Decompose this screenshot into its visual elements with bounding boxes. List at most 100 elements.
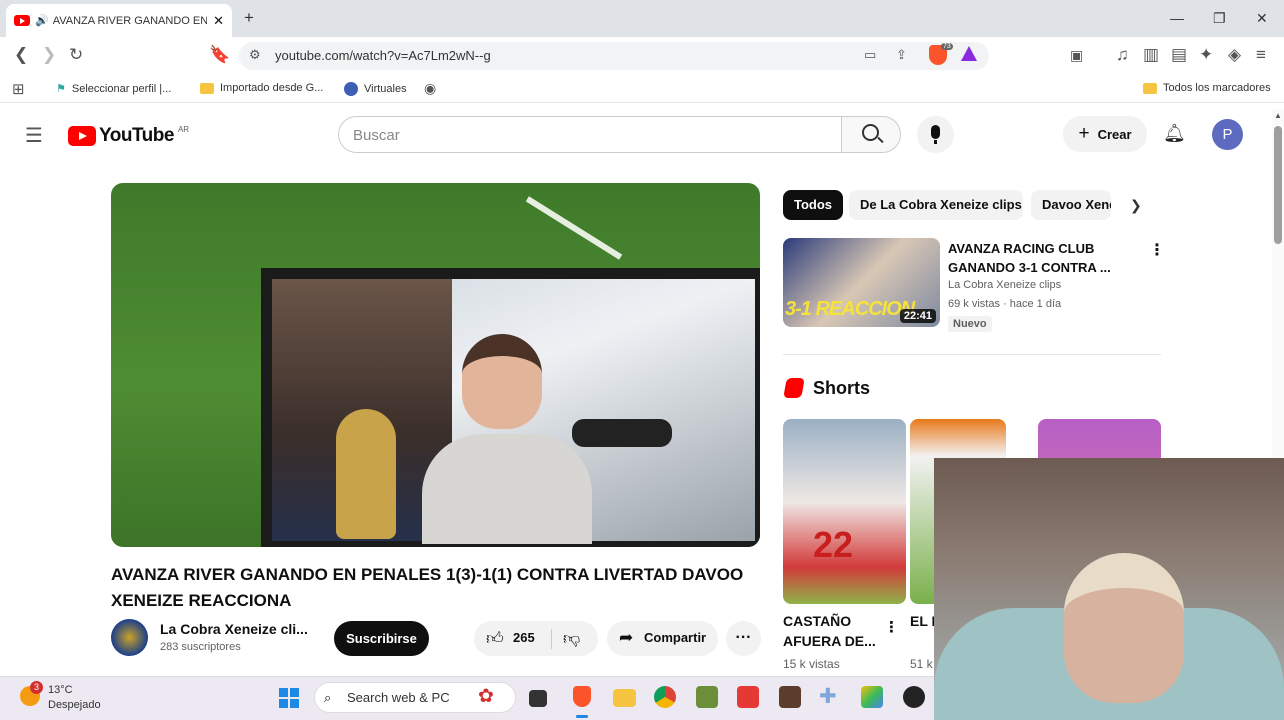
short-title[interactable]: CASTAÑO AFUERA DE...: [783, 611, 883, 651]
sidebar-icon[interactable]: ▥: [1143, 45, 1159, 65]
country-code: AR: [177, 124, 190, 134]
bookmark-label: Seleccionar perfil |...: [71, 82, 172, 95]
youtube-header: ☰ YouTube AR Buscar + Crear 🔔︎ P: [0, 103, 1272, 165]
browser-tab-strip: 🔊 AVANZA RIVER GANANDO EN ✕ + — ❐ ✕: [0, 0, 1284, 37]
tab-title: AVANZA RIVER GANANDO EN: [52, 14, 208, 27]
back-icon[interactable]: ❮: [14, 45, 28, 65]
address-bar[interactable]: ⚙ youtube.com/watch?v=Ac7Lm2wN--g ▭ ⇪ 73: [239, 42, 989, 70]
browser-toolbar: ❮ ❯ ↻ 🔖 ⚙ youtube.com/watch?v=Ac7Lm2wN--…: [0, 37, 1284, 75]
taskbar-search-icon: ⌕: [324, 690, 332, 705]
new-tab-icon[interactable]: +: [244, 8, 254, 28]
bookmark-icon[interactable]: 🔖: [209, 45, 230, 65]
video-player[interactable]: [111, 183, 760, 547]
short-views: 51 k: [910, 657, 933, 671]
create-button[interactable]: + Crear: [1063, 116, 1147, 152]
speaker-icon[interactable]: 🔊: [35, 14, 49, 27]
recommended-menu-icon[interactable]: ⋮: [1149, 240, 1165, 260]
scroll-up-arrow-icon[interactable]: ▲: [1274, 111, 1282, 120]
globe-icon[interactable]: ◉: [424, 80, 436, 97]
chip-related[interactable]: Davoo Xeneize: [1031, 190, 1111, 220]
hamburger-menu-icon[interactable]: ☰: [25, 123, 43, 148]
recommended-channel[interactable]: La Cobra Xeneize clips: [948, 279, 1061, 291]
short-views: 15 k vistas: [783, 657, 840, 671]
short-thumbnail[interactable]: 22: [783, 419, 906, 604]
bookmark-item[interactable]: ⚑ Seleccionar perfil |...: [56, 82, 172, 96]
menu-icon[interactable]: ≡: [1256, 45, 1266, 65]
subscribe-button[interactable]: Suscribirse: [334, 621, 429, 656]
bookmark-folder[interactable]: Importado desde G...: [200, 82, 323, 94]
youtube-wordmark: YouTube: [99, 125, 174, 146]
leo-ai-icon[interactable]: ✦: [1199, 45, 1213, 65]
bookmark-item[interactable]: Virtuales: [344, 82, 407, 96]
share-button[interactable]: ➦ Compartir: [607, 621, 718, 656]
search-button[interactable]: [841, 116, 901, 153]
maximize-icon[interactable]: ❐: [1213, 10, 1226, 27]
channel-avatar[interactable]: [111, 619, 148, 656]
youtube-logo[interactable]: YouTube AR: [68, 125, 189, 147]
brave-badge: 73: [941, 43, 953, 50]
taskbar-flower-icon[interactable]: ✿: [478, 685, 494, 708]
close-tab-icon[interactable]: ✕: [213, 13, 224, 29]
more-actions-button[interactable]: ···: [726, 621, 761, 656]
section-divider: [783, 354, 1161, 355]
video-duration: 22:41: [899, 309, 936, 323]
taskbar-game-icon[interactable]: [779, 686, 801, 708]
close-window-icon[interactable]: ✕: [1256, 10, 1268, 27]
share-icon[interactable]: ⇪: [896, 47, 907, 63]
chip-channel[interactable]: De La Cobra Xeneize clips: [849, 190, 1023, 220]
notifications-bell-icon[interactable]: 🔔︎: [1163, 123, 1186, 144]
shorts-heading: Shorts: [813, 378, 871, 398]
account-avatar[interactable]: P: [1212, 119, 1243, 150]
taskbar-puzzle-icon[interactable]: ✚: [819, 684, 837, 709]
windows-start-icon[interactable]: [279, 688, 299, 708]
like-icon[interactable]: 👍︎: [486, 628, 504, 649]
taskbar-terminal-icon[interactable]: [529, 690, 547, 707]
recommended-thumbnail[interactable]: 3-1 REACCION 22:41: [783, 238, 940, 327]
taskbar-minecraft-icon[interactable]: [696, 686, 718, 708]
bookmark-favicon-icon: ⚑: [56, 83, 66, 95]
microphone-stand-icon: [934, 140, 937, 144]
weather-notification-badge: 3: [30, 681, 43, 694]
search-input[interactable]: Buscar: [338, 116, 842, 153]
rewards-icon[interactable]: [961, 46, 977, 61]
url-text: youtube.com/watch?v=Ac7Lm2wN--g: [275, 48, 491, 63]
temperature: 13°C: [48, 684, 73, 696]
reload-icon[interactable]: ↻: [69, 45, 83, 65]
thumbnail-text: 3-1 REACCION: [785, 298, 915, 320]
vpn-icon[interactable]: ◈: [1228, 45, 1241, 65]
chips-next-chevron-icon[interactable]: ❯: [1130, 197, 1142, 214]
bookmarks-bar: ⊞ ⚑ Seleccionar perfil |... Importado de…: [0, 75, 1284, 103]
minimize-icon[interactable]: —: [1170, 10, 1184, 26]
all-bookmarks-label: Todos los marcadores: [1163, 82, 1271, 94]
reader-mode-icon[interactable]: ▣: [1070, 47, 1083, 64]
channel-name[interactable]: La Cobra Xeneize cli...: [160, 621, 308, 637]
taskbar-obs-icon[interactable]: [903, 686, 925, 708]
taskbar-app-icon[interactable]: [737, 686, 759, 708]
short-title[interactable]: EL DE: [910, 611, 935, 631]
streamer-figure: [422, 334, 592, 544]
like-divider: [551, 629, 552, 649]
taskbar-folder-icon[interactable]: [613, 689, 636, 707]
wallet-icon[interactable]: ▤: [1171, 45, 1187, 65]
browser-tab[interactable]: 🔊 AVANZA RIVER GANANDO EN ✕: [6, 4, 232, 37]
shorts-icon: [783, 378, 805, 398]
youtube-favicon-icon: [14, 15, 30, 26]
site-settings-icon[interactable]: ⚙: [249, 47, 261, 63]
like-count[interactable]: 265: [513, 630, 535, 645]
taskbar-bluestacks-icon[interactable]: [861, 686, 883, 708]
voice-search-button[interactable]: [917, 116, 954, 153]
recommended-title[interactable]: AVANZA RACING CLUB GANANDO 3-1 CONTRA ..…: [948, 239, 1138, 277]
cast-icon[interactable]: ▭: [864, 47, 876, 63]
scrollbar-thumb[interactable]: [1274, 126, 1282, 244]
all-bookmarks-folder[interactable]: Todos los marcadores: [1143, 82, 1271, 94]
media-icon[interactable]: ♫: [1116, 45, 1129, 65]
chip-all[interactable]: Todos: [783, 190, 844, 220]
dislike-icon[interactable]: 👎︎: [563, 628, 580, 649]
forward-icon[interactable]: ❯: [42, 45, 56, 65]
apps-grid-icon[interactable]: ⊞: [12, 80, 25, 98]
streamer-cam-video: [272, 279, 755, 544]
taskbar-brave-icon[interactable]: [573, 686, 591, 707]
short-menu-icon[interactable]: ⋮: [884, 618, 899, 636]
taskbar-chrome-icon[interactable]: [654, 686, 676, 708]
taskbar-active-indicator: [576, 715, 588, 718]
